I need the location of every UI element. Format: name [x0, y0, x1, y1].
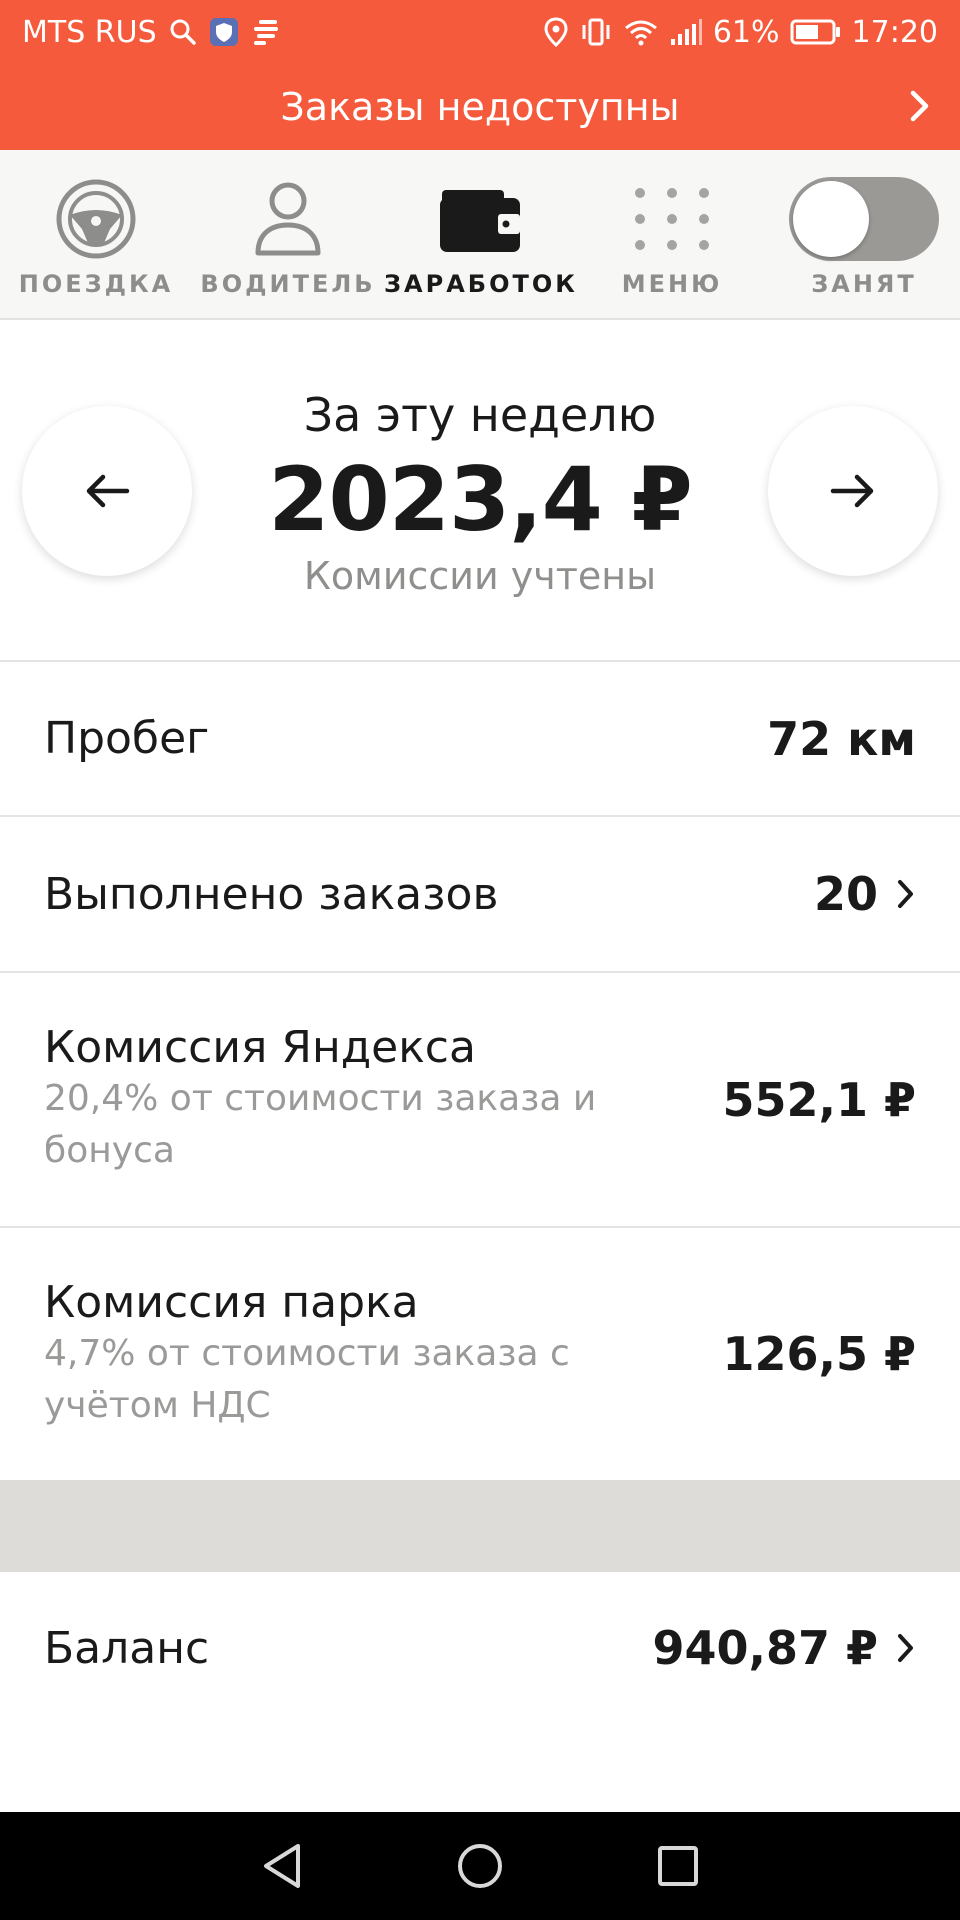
- mileage-label: Пробег: [44, 713, 210, 764]
- nav-label-driver: ВОДИТЕЛЬ: [200, 270, 376, 298]
- nav-label-busy: ЗАНЯТ: [811, 270, 917, 298]
- park-commission-value: 126,5 ₽: [722, 1327, 916, 1381]
- park-commission-text: Комиссия парка 4,7% от стоимости заказа …: [44, 1277, 604, 1432]
- battery-icon: [790, 18, 842, 46]
- section-divider-band: [0, 1480, 960, 1572]
- wallet-icon: [438, 176, 522, 262]
- nav-item-trip[interactable]: ПОЕЗДКА: [0, 150, 192, 320]
- nav-label-trip: ПОЕЗДКА: [18, 270, 174, 298]
- arrow-right-icon: [830, 474, 874, 508]
- mileage-value: 72 км: [767, 711, 916, 766]
- nav-item-menu[interactable]: МЕНЮ: [576, 150, 768, 320]
- park-commission-label: Комиссия парка: [44, 1276, 419, 1328]
- next-week-button[interactable]: [768, 406, 938, 576]
- yandex-commission-value: 552,1 ₽: [722, 1072, 916, 1127]
- wifi-icon: [623, 17, 659, 47]
- park-commission-sub: 4,7% от стоимости заказа с учётом НДС: [44, 1332, 570, 1426]
- battery-percent: 61%: [712, 14, 780, 50]
- person-icon: [252, 176, 324, 262]
- location-pin-icon: [543, 17, 569, 47]
- balance-value: 940,87 ₽: [652, 1621, 878, 1675]
- shield-icon: [209, 17, 239, 47]
- yandex-commission-value-wrap: 552,1 ₽: [722, 1073, 916, 1127]
- nav-item-driver[interactable]: ВОДИТЕЛЬ: [192, 150, 384, 320]
- orders-value-wrap: 20: [814, 867, 916, 921]
- nav-label-menu: МЕНЮ: [621, 270, 723, 298]
- week-summary: За эту неделю 2023,4 ₽ Комиссии учтены: [0, 320, 960, 662]
- balance-row[interactable]: Баланс 940,87 ₽: [0, 1572, 960, 1724]
- notification-lines-icon: [251, 17, 281, 47]
- chevron-right-icon: [908, 86, 932, 135]
- orders-unavailable-banner[interactable]: Заказы недоступны: [0, 64, 960, 150]
- banner-text: Заказы недоступны: [280, 85, 680, 129]
- yandex-commission-row: Комиссия Яндекса 20,4% от стоимости зака…: [0, 973, 960, 1228]
- signal-icon: [669, 17, 703, 47]
- busy-toggle-wrapper: [789, 176, 939, 262]
- recent-apps-icon[interactable]: [656, 1844, 700, 1888]
- home-icon[interactable]: [456, 1842, 504, 1890]
- orders-row[interactable]: Выполнено заказов 20: [0, 817, 960, 973]
- park-commission-row: Комиссия парка 4,7% от стоимости заказа …: [0, 1228, 960, 1480]
- grid-dots-icon: [632, 176, 712, 262]
- top-navigation: ПОЕЗДКА ВОДИТЕЛЬ ЗАРАБОТОК МЕНЮ ЗАНЯТ: [0, 150, 960, 320]
- status-bar: MTS RUS 61% 17:20: [0, 0, 960, 64]
- system-navigation-bar: [0, 1812, 960, 1920]
- mileage-row: Пробег 72 км: [0, 662, 960, 817]
- yandex-commission-text: Комиссия Яндекса 20,4% от стоимости зака…: [44, 1022, 604, 1177]
- steering-wheel-icon: [54, 176, 138, 262]
- chevron-right-icon: [896, 1631, 916, 1665]
- balance-label: Баланс: [44, 1622, 210, 1674]
- search-icon: [169, 18, 197, 46]
- yandex-commission-sub: 20,4% от стоимости заказа и бонуса: [44, 1078, 597, 1171]
- vibrate-icon: [579, 17, 613, 47]
- balance-value-wrap: 940,87 ₽: [652, 1621, 916, 1675]
- carrier-name: MTS RUS: [22, 14, 157, 50]
- toggle-knob: [793, 181, 869, 257]
- clock: 17:20: [851, 14, 938, 50]
- mileage-value-wrap: 72 км: [767, 712, 916, 766]
- chevron-right-icon: [896, 877, 916, 911]
- orders-value: 20: [813, 867, 878, 921]
- nav-item-busy[interactable]: ЗАНЯТ: [768, 150, 960, 320]
- back-icon[interactable]: [260, 1842, 304, 1890]
- nav-label-earnings: ЗАРАБОТОК: [384, 270, 578, 298]
- yandex-commission-label: Комиссия Яндекса: [44, 1022, 476, 1073]
- orders-label: Выполнено заказов: [44, 868, 499, 920]
- busy-toggle[interactable]: [789, 177, 939, 261]
- park-commission-value-wrap: 126,5 ₽: [722, 1327, 916, 1381]
- nav-item-earnings[interactable]: ЗАРАБОТОК: [384, 150, 576, 320]
